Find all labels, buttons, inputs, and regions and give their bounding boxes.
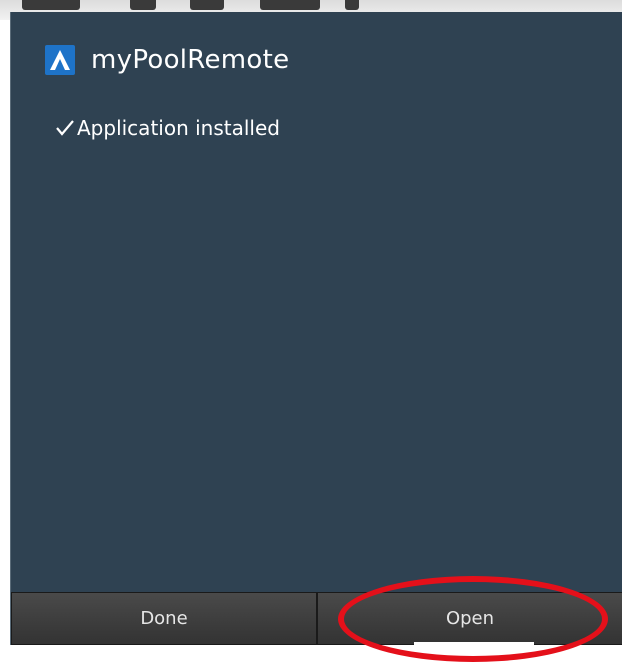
install-status: Application installed [55, 116, 280, 140]
triangle-logo-icon [45, 45, 75, 75]
dialog-header: myPoolRemote [45, 42, 289, 78]
screenshot-stage: myPoolRemote Application installed Done … [0, 0, 622, 662]
open-button-label: Open [445, 608, 495, 629]
done-button[interactable]: Done [11, 592, 317, 645]
done-button-label: Done [140, 608, 188, 629]
dialog-button-bar: Done Open [11, 592, 622, 646]
bottom-margin [10, 645, 622, 662]
open-button[interactable]: Open [317, 592, 622, 646]
install-dialog: myPoolRemote Application installed Done … [10, 12, 622, 646]
check-icon [56, 120, 74, 136]
app-title: myPoolRemote [91, 45, 290, 75]
status-text: Application installed [77, 116, 280, 140]
